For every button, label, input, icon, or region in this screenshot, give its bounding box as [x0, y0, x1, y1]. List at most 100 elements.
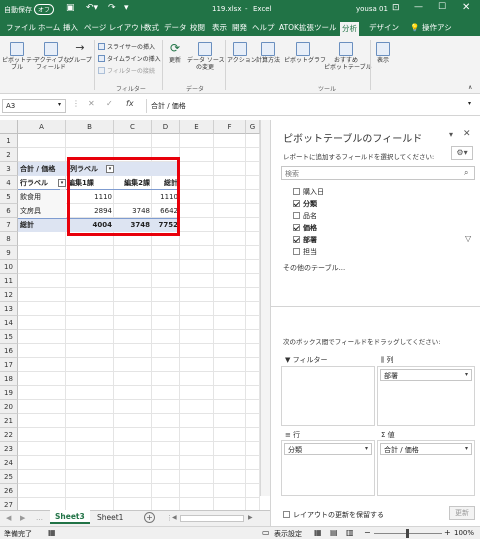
- zoom-level[interactable]: 100%: [454, 529, 474, 537]
- field-search-input[interactable]: 検索 ⌕: [281, 166, 475, 180]
- maximize-icon[interactable]: ☐: [438, 2, 446, 12]
- tab-file[interactable]: ファイル: [4, 20, 38, 36]
- checkbox[interactable]: [293, 200, 300, 207]
- page-break-view-icon[interactable]: ▥: [346, 528, 354, 537]
- chip-dropdown-icon[interactable]: ▾: [465, 371, 468, 378]
- row-header[interactable]: 19: [0, 386, 18, 400]
- worksheet-grid[interactable]: A B C D E F G 1 2 3 4 5 6 7 8 9 10 11 12 13 14 15 16 17 1…: [0, 120, 270, 510]
- tab-help[interactable]: ヘルプ: [250, 20, 277, 36]
- values-field-chip[interactable]: 合計 / 価格 ▾: [380, 443, 472, 455]
- columns-field-chip[interactable]: 部署 ▾: [380, 369, 472, 381]
- normal-view-icon[interactable]: ▦: [314, 528, 322, 537]
- row-header[interactable]: 16: [0, 344, 18, 358]
- calculations-button[interactable]: 計算方法: [255, 42, 281, 64]
- pane-close-icon[interactable]: ✕: [463, 129, 471, 139]
- checkbox[interactable]: [293, 188, 300, 195]
- sheet-tab-sheet1[interactable]: Sheet1: [92, 511, 128, 525]
- rows-field-chip[interactable]: 分類 ▾: [284, 443, 372, 455]
- insert-slicer-button[interactable]: スライサーの挿入: [98, 42, 155, 51]
- recommended-pivot-button[interactable]: おすすめ ピボットテーブル: [324, 42, 372, 71]
- pivot-table-button[interactable]: ピボットテー ブル: [2, 42, 38, 71]
- rows-area[interactable]: 分類 ▾: [281, 440, 375, 496]
- hscroll-left-icon[interactable]: ◀: [172, 514, 177, 521]
- pivot-row-label-2[interactable]: 文房具: [18, 204, 66, 218]
- column-header-d[interactable]: D: [152, 120, 180, 134]
- insert-timeline-button[interactable]: タイムラインの挿入: [98, 54, 161, 63]
- tab-insert[interactable]: 挿入: [61, 20, 80, 36]
- customize-qat-icon[interactable]: ▾: [124, 3, 129, 13]
- row-header[interactable]: 25: [0, 470, 18, 484]
- tab-page-layout[interactable]: ページ レイアウト: [82, 20, 148, 36]
- columns-area[interactable]: 部署 ▾: [377, 366, 475, 426]
- column-header-b[interactable]: B: [66, 120, 114, 134]
- name-box-dropdown-icon[interactable]: ▾: [58, 101, 61, 108]
- row-header[interactable]: 13: [0, 302, 18, 316]
- tell-me-input[interactable]: 操作アシ: [420, 20, 454, 36]
- checkbox[interactable]: [293, 212, 300, 219]
- scroll-left-icon[interactable]: ◀: [6, 514, 11, 522]
- more-tables-link[interactable]: その他のテーブル...: [283, 263, 345, 273]
- zoom-slider-thumb[interactable]: [406, 529, 409, 538]
- layout-settings-icon[interactable]: ⚙▾: [451, 146, 473, 160]
- field-item-person[interactable]: 担当: [293, 247, 317, 257]
- display-settings-icon[interactable]: ▭: [262, 528, 270, 537]
- insert-function-icon[interactable]: fx: [126, 99, 134, 108]
- page-layout-view-icon[interactable]: ▤: [330, 528, 338, 537]
- pivot-chart-button[interactable]: ピボットグラフ: [284, 42, 326, 64]
- row-header[interactable]: 12: [0, 288, 18, 302]
- row-header[interactable]: 22: [0, 428, 18, 442]
- name-box[interactable]: A3: [2, 99, 66, 113]
- horizontal-scrollbar[interactable]: [180, 515, 244, 522]
- vertical-scrollbar[interactable]: [260, 120, 270, 496]
- row-header[interactable]: 10: [0, 260, 18, 274]
- more-options-icon[interactable]: ⋮: [72, 99, 80, 108]
- row-header[interactable]: 1: [0, 134, 18, 148]
- undo-icon[interactable]: ↶▾: [86, 3, 98, 13]
- row-header[interactable]: 3: [0, 162, 18, 176]
- checkbox[interactable]: [293, 248, 300, 255]
- row-header[interactable]: 8: [0, 232, 18, 246]
- row-header[interactable]: 2: [0, 148, 18, 162]
- row-header[interactable]: 5: [0, 190, 18, 204]
- row-filter-icon[interactable]: ▾: [58, 179, 66, 187]
- tab-design[interactable]: デザイン: [367, 20, 401, 36]
- accessibility-icon[interactable]: ▦: [48, 528, 56, 537]
- tab-home[interactable]: ホーム: [36, 20, 62, 36]
- pivot-row-label-1[interactable]: 飲食用: [18, 190, 66, 204]
- field-item-product[interactable]: 品名: [293, 211, 317, 221]
- ribbon-display-icon[interactable]: ⊡: [392, 3, 400, 13]
- cancel-entry-icon[interactable]: ✕: [88, 99, 95, 108]
- row-header[interactable]: 23: [0, 442, 18, 456]
- field-item-category[interactable]: 分類: [293, 199, 317, 209]
- add-sheet-icon[interactable]: +: [144, 512, 155, 523]
- sheet-tab-sheet3[interactable]: Sheet3: [50, 510, 90, 524]
- column-header-f[interactable]: F: [214, 120, 246, 134]
- checkbox[interactable]: [293, 224, 300, 231]
- group-button[interactable]: → グループ: [68, 42, 92, 65]
- checkbox[interactable]: [293, 236, 300, 243]
- save-icon[interactable]: ▣: [66, 3, 75, 13]
- row-header[interactable]: 11: [0, 274, 18, 288]
- defer-layout-update[interactable]: レイアウトの更新を保留する: [283, 510, 384, 520]
- filter-connections-button[interactable]: フィルターの接続: [98, 66, 155, 75]
- row-header[interactable]: 14: [0, 316, 18, 330]
- field-item-purchase-date[interactable]: 購入日: [293, 187, 324, 197]
- pane-options-icon[interactable]: ▾: [449, 130, 453, 139]
- column-header-g[interactable]: G: [246, 120, 260, 134]
- column-header-a[interactable]: A: [18, 120, 66, 134]
- values-area[interactable]: 合計 / 価格 ▾: [377, 440, 475, 496]
- field-item-department[interactable]: 部署: [293, 235, 317, 245]
- confirm-entry-icon[interactable]: ✓: [106, 99, 113, 108]
- hscroll-right-icon[interactable]: ▶: [248, 514, 253, 521]
- zoom-out-icon[interactable]: −: [364, 528, 371, 537]
- change-data-source-button[interactable]: データ ソース の変更: [187, 42, 225, 71]
- pivot-row-label[interactable]: 行ラベル: [18, 176, 60, 190]
- chip-dropdown-icon[interactable]: ▾: [365, 445, 368, 452]
- row-header[interactable]: 15: [0, 330, 18, 344]
- active-field-button[interactable]: アクティブな フィールド: [34, 42, 69, 71]
- expand-formula-icon[interactable]: ▾: [468, 100, 471, 107]
- row-header[interactable]: 24: [0, 456, 18, 470]
- column-header-c[interactable]: C: [114, 120, 152, 134]
- row-header[interactable]: 6: [0, 204, 18, 218]
- tab-analyze[interactable]: 分析: [340, 22, 359, 36]
